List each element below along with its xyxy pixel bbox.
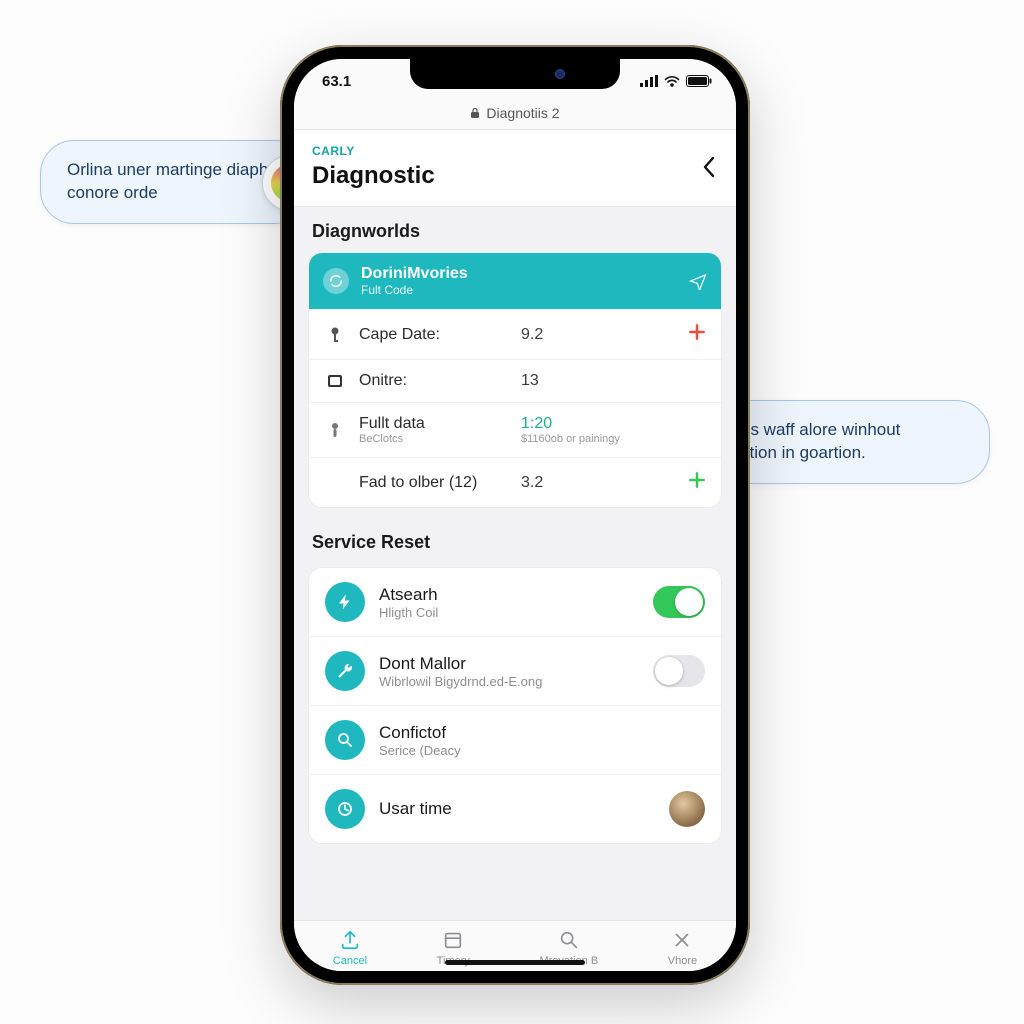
plus-icon xyxy=(687,322,707,342)
service-toggle[interactable] xyxy=(653,586,705,618)
search-icon xyxy=(557,929,581,951)
add-item-button[interactable] xyxy=(687,470,707,495)
history-icon xyxy=(441,929,465,951)
diag-row-cape-date: Cape Date: 9.2 xyxy=(309,309,721,359)
tab-label: Cancel xyxy=(333,955,367,967)
service-item-title: Atsearh xyxy=(379,585,639,605)
diag-row-fad: Fad to olber (12) 3.2 xyxy=(309,457,721,507)
header-brand: CARLY xyxy=(312,144,718,158)
upload-icon xyxy=(338,929,362,951)
service-item-usar-time[interactable]: Usar time xyxy=(309,774,721,843)
clock-icon xyxy=(325,789,365,829)
service-item-sub: Wibrlowil Bigydrnd.ed-E.ong xyxy=(379,674,639,689)
tab-cancel[interactable]: Cancel xyxy=(333,929,367,967)
screen: 63.1 Diagnotiis 2 CARLY Diagnostic Diagn… xyxy=(294,59,736,971)
home-indicator[interactable] xyxy=(445,960,585,965)
page-title: Diagnostic xyxy=(312,162,718,190)
service-item-title: Usar time xyxy=(379,799,655,819)
device-notch xyxy=(410,59,620,89)
wrench-icon xyxy=(325,651,365,691)
close-icon xyxy=(670,929,694,951)
avatar xyxy=(669,791,705,827)
diag-row-sub: BeClotcs xyxy=(359,433,509,445)
search-icon xyxy=(325,720,365,760)
diag-card-header[interactable]: DoriniMvories Fult Code xyxy=(309,253,721,309)
service-item-title: Confictof xyxy=(379,723,705,743)
diag-row-onitre: Onitre: 13 xyxy=(309,359,721,402)
chevron-left-icon xyxy=(700,154,718,180)
service-list: Atsearh Hligth Coil Dont Mallor Wibrlowi… xyxy=(308,567,722,844)
service-item-sub: Serice (Deacy xyxy=(379,743,705,758)
diag-card: DoriniMvories Fult Code Cape Date: 9.2 xyxy=(308,252,722,508)
diag-card-title: DoriniMvories xyxy=(361,265,677,283)
diag-row-value: 13 xyxy=(521,372,675,390)
ecu-icon xyxy=(323,374,347,388)
status-time: 63.1 xyxy=(322,73,351,90)
device-frame: 63.1 Diagnotiis 2 CARLY Diagnostic Diagn… xyxy=(280,45,750,985)
key-icon xyxy=(323,326,347,344)
header-back-button[interactable] xyxy=(700,154,718,180)
diag-row-label: Fad to olber (12) xyxy=(359,474,509,492)
cellular-icon xyxy=(640,75,658,87)
nav-bar: Diagnotiis 2 xyxy=(294,103,736,129)
nav-title: Diagnotiis 2 xyxy=(486,105,559,121)
tab-label: Vhore xyxy=(668,955,697,967)
page-header: CARLY Diagnostic xyxy=(294,129,736,207)
service-item-confictof[interactable]: Confictof Serice (Deacy xyxy=(309,705,721,774)
diag-row-value: 3.2 xyxy=(521,474,675,492)
sensor-icon xyxy=(323,421,347,439)
diag-row-label: Cape Date: xyxy=(359,326,509,344)
diag-row-label: Onitre: xyxy=(359,372,509,390)
lock-icon xyxy=(470,107,480,119)
diag-row-extra: $1160ob or painingy xyxy=(521,433,675,445)
diag-row-value: 9.2 xyxy=(521,326,675,344)
service-toggle[interactable] xyxy=(653,655,705,687)
battery-icon xyxy=(686,75,712,87)
service-item-dont-mallor[interactable]: Dont Mallor Wibrlowil Bigydrnd.ed-E.ong xyxy=(309,636,721,705)
tab-vhore[interactable]: Vhore xyxy=(668,929,697,967)
diag-section-title: Diagnworlds xyxy=(294,207,736,252)
diag-row-label: Fullt data xyxy=(359,415,509,433)
diag-card-sub: Fult Code xyxy=(361,283,677,297)
service-item-atsearh[interactable]: Atsearh Hligth Coil xyxy=(309,568,721,636)
service-item-title: Dont Mallor xyxy=(379,654,639,674)
refresh-icon xyxy=(323,268,349,294)
service-item-sub: Hligth Coil xyxy=(379,605,639,620)
callout-left-text: Orlina uner martinge diaphot conore orde xyxy=(67,160,282,202)
diag-row-value: 1:20 xyxy=(521,415,675,433)
diag-row-fullt-data: Fullt data BeClotcs 1:20 $1160ob or pain… xyxy=(309,402,721,457)
wifi-icon xyxy=(664,75,680,87)
plus-icon xyxy=(687,470,707,490)
bolt-icon xyxy=(325,582,365,622)
add-fault-button[interactable] xyxy=(687,322,707,347)
plane-icon xyxy=(689,272,707,290)
service-section-title: Service Reset xyxy=(294,518,736,563)
